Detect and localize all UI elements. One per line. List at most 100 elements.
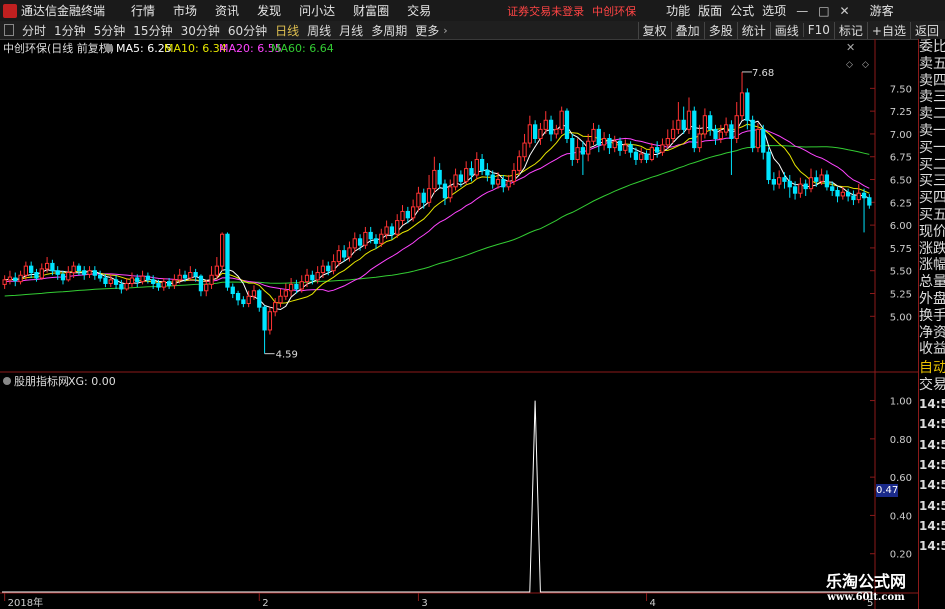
candle-up[interactable] (214, 265, 219, 276)
adjust-button[interactable]: 复权 (637, 21, 671, 39)
candle-up[interactable] (209, 274, 214, 285)
candle-up[interactable] (453, 174, 458, 188)
candle-up[interactable] (384, 226, 389, 235)
candle-down[interactable] (761, 128, 766, 153)
menu-item-discover[interactable]: 发现 (257, 2, 281, 19)
candle-down[interactable] (787, 180, 792, 188)
candle-down[interactable] (564, 110, 570, 139)
auto-trade-label[interactable]: 交易 (919, 377, 945, 394)
candle-up[interactable] (734, 115, 739, 139)
candle-down[interactable] (113, 279, 119, 285)
candle-up[interactable] (670, 128, 676, 140)
candle-down[interactable] (607, 138, 612, 149)
candle-down[interactable] (92, 270, 97, 276)
candle-up[interactable] (379, 233, 384, 244)
candle-up[interactable] (299, 281, 304, 290)
indicator-chart[interactable]: 1.000.800.600.400.20 2018年 2 3 4 5 股朋指标网 XG:… (0, 373, 918, 609)
candle-up[interactable] (686, 110, 692, 130)
candle-up[interactable] (474, 158, 479, 176)
candle-up[interactable] (188, 272, 193, 279)
candle-up[interactable] (39, 268, 44, 279)
candle-up[interactable] (723, 124, 729, 133)
multi-stock-button[interactable]: 多股 (703, 21, 737, 39)
candle-down[interactable] (655, 147, 660, 153)
candle-down[interactable] (50, 262, 55, 272)
menu-item-formula[interactable]: 公式 (730, 2, 754, 19)
candle-down[interactable] (230, 286, 235, 294)
back-button[interactable]: 返回 (909, 21, 943, 39)
candle-down[interactable] (501, 179, 506, 188)
candle-up[interactable] (649, 147, 654, 160)
candle-up[interactable] (172, 279, 177, 286)
candle-down[interactable] (55, 270, 60, 275)
menu-item-market[interactable]: 行情 (131, 2, 155, 19)
candle-down[interactable] (458, 174, 464, 182)
candle-down[interactable] (151, 279, 156, 284)
candle-up[interactable] (554, 128, 559, 135)
candle-down[interactable] (548, 119, 554, 135)
login-warning[interactable]: 证券交易未登录 (507, 3, 584, 19)
candle-up[interactable] (66, 272, 71, 281)
candle-up[interactable] (246, 295, 251, 305)
period-tab-daily[interactable]: 日线 (271, 22, 303, 39)
candle-down[interactable] (193, 272, 198, 277)
candle-up[interactable] (204, 283, 209, 292)
candle-up[interactable] (87, 270, 92, 275)
candle-down[interactable] (389, 226, 395, 235)
candle-up[interactable] (363, 231, 368, 246)
candle-up[interactable] (304, 274, 310, 283)
candle-up[interactable] (124, 282, 129, 290)
auto-trade-label[interactable]: 自动 (919, 360, 945, 377)
candle-up[interactable] (660, 144, 665, 153)
candles[interactable] (2, 71, 872, 354)
candle-up[interactable] (718, 131, 723, 139)
candle-down[interactable] (532, 124, 538, 140)
candle-up[interactable] (575, 147, 580, 160)
f10-button[interactable]: F10 (802, 23, 834, 37)
candle-up[interactable] (697, 133, 702, 149)
candle-up[interactable] (347, 247, 352, 258)
candle-up[interactable] (7, 276, 13, 281)
overlay-button[interactable]: 叠加 (670, 21, 704, 39)
candle-down[interactable] (235, 293, 241, 301)
candle-down[interactable] (310, 274, 315, 281)
legend-toggle-icon[interactable] (105, 44, 113, 52)
candle-down[interactable] (13, 277, 18, 282)
period-tab-intraday[interactable]: 分时 (18, 22, 50, 39)
candle-down[interactable] (421, 192, 426, 203)
period-tab-multi[interactable]: 多周期 (367, 22, 411, 39)
candle-down[interactable] (628, 144, 633, 153)
candle-up[interactable] (739, 92, 745, 117)
candle-down[interactable] (745, 92, 750, 121)
candle-up[interactable] (288, 283, 294, 292)
draw-line-button[interactable]: 画线 (769, 21, 803, 39)
candle-up[interactable] (464, 168, 469, 182)
candle-down[interactable] (241, 299, 246, 305)
ind-legend-toggle-icon[interactable] (3, 377, 11, 385)
candle-down[interactable] (867, 197, 872, 206)
candle-down[interactable] (29, 265, 34, 274)
candle-down[interactable] (771, 179, 777, 185)
candle-up[interactable] (511, 169, 517, 182)
candle-up[interactable] (623, 144, 628, 151)
candle-down[interactable] (294, 283, 299, 290)
chevron-right-icon[interactable]: › (443, 24, 447, 37)
candle-down[interactable] (437, 169, 442, 185)
candle-down[interactable] (713, 128, 718, 140)
candle-up[interactable] (331, 261, 336, 272)
candle-down[interactable] (357, 238, 363, 246)
candle-down[interactable] (145, 275, 151, 281)
candle-up[interactable] (586, 140, 591, 155)
candle-up[interactable] (426, 188, 432, 203)
candle-down[interactable] (830, 186, 835, 191)
period-tab-30min[interactable]: 30分钟 (177, 22, 224, 39)
candle-up[interactable] (676, 119, 681, 130)
auto-trade-section[interactable]: 自动 交易 (919, 360, 945, 394)
candle-down[interactable] (368, 231, 373, 240)
candle-down[interactable] (182, 274, 188, 279)
candle-down[interactable] (166, 281, 172, 286)
candle-down[interactable] (729, 124, 734, 140)
menu-item-news[interactable]: 资讯 (215, 2, 239, 19)
candle-down[interactable] (156, 282, 161, 288)
candle-down[interactable] (792, 186, 798, 194)
